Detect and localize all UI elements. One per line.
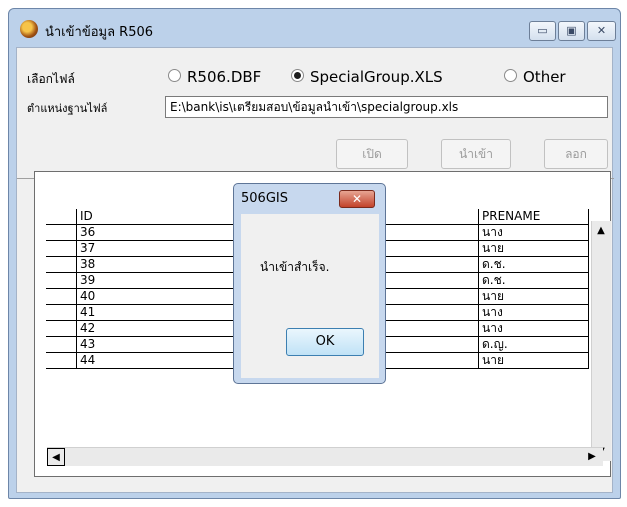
row-header[interactable]	[46, 273, 77, 289]
scroll-left-icon[interactable]: ◀	[47, 448, 65, 466]
horizontal-scrollbar[interactable]: ◀ ▶	[47, 447, 603, 466]
vertical-scrollbar[interactable]: ▲ ▼	[591, 221, 611, 461]
radio-specialgroup-xls[interactable]: SpecialGroup.XLS	[291, 68, 443, 86]
row-header[interactable]	[46, 321, 77, 337]
maximize-button[interactable]: ▣	[558, 21, 585, 41]
radio-button-icon	[504, 69, 517, 82]
table-cell[interactable]: นาง	[479, 225, 589, 241]
delete-button[interactable]: ลอก	[544, 139, 608, 169]
row-header[interactable]	[46, 289, 77, 305]
table-cell[interactable]: นาง	[479, 305, 589, 321]
open-button[interactable]: เปิด	[336, 139, 408, 169]
dialog-ok-button[interactable]: OK	[286, 328, 364, 356]
minimize-button[interactable]: ▭	[529, 21, 556, 41]
row-header-corner[interactable]	[46, 209, 77, 225]
radio-other[interactable]: Other	[504, 68, 566, 86]
radio-button-icon	[168, 69, 181, 82]
column-header[interactable]: PRENAME	[479, 209, 589, 225]
row-header[interactable]	[46, 305, 77, 321]
table-cell[interactable]: นาย	[479, 289, 589, 305]
import-button[interactable]: นำเข้า	[441, 139, 511, 169]
dialog-message: นำเข้าสำเร็จ.	[260, 260, 330, 274]
table-cell[interactable]: ด.ช.	[479, 273, 589, 289]
radio-r506-dbf[interactable]: R506.DBF	[168, 68, 261, 86]
file-select-label: เลือกไฟล์	[27, 72, 75, 86]
window-title: นำเข้าข้อมูล R506	[45, 25, 154, 40]
table-cell[interactable]: นาง	[479, 321, 589, 337]
radio-selected-icon	[291, 69, 304, 82]
scroll-up-icon[interactable]: ▲	[592, 222, 610, 240]
close-button[interactable]: ✕	[587, 21, 616, 41]
table-cell[interactable]: ด.ญ.	[479, 337, 589, 353]
table-cell[interactable]: นาย	[479, 241, 589, 257]
row-header[interactable]	[46, 337, 77, 353]
row-header[interactable]	[46, 241, 77, 257]
row-header[interactable]	[46, 257, 77, 273]
table-cell[interactable]: ด.ช.	[479, 257, 589, 273]
message-dialog: 506GIS ✕ นำเข้าสำเร็จ. OK	[233, 183, 386, 384]
table-cell[interactable]: นาย	[479, 353, 589, 369]
app-icon	[20, 20, 38, 38]
path-label: ตำแหน่งฐานไฟล์	[27, 102, 108, 115]
dialog-title: 506GIS	[241, 191, 288, 206]
title-bar: นำเข้าข้อมูล R506 ▭ ▣ ✕	[9, 9, 620, 47]
dialog-close-button[interactable]: ✕	[339, 190, 375, 208]
scroll-right-icon[interactable]: ▶	[583, 448, 601, 466]
row-header[interactable]	[46, 353, 77, 369]
dialog-body: นำเข้าสำเร็จ. OK	[241, 214, 379, 378]
file-path-input[interactable]: E:\bank\is\เตรียมสอบ\ข้อมูลนำเข้า\specia…	[165, 96, 608, 118]
row-header[interactable]	[46, 225, 77, 241]
